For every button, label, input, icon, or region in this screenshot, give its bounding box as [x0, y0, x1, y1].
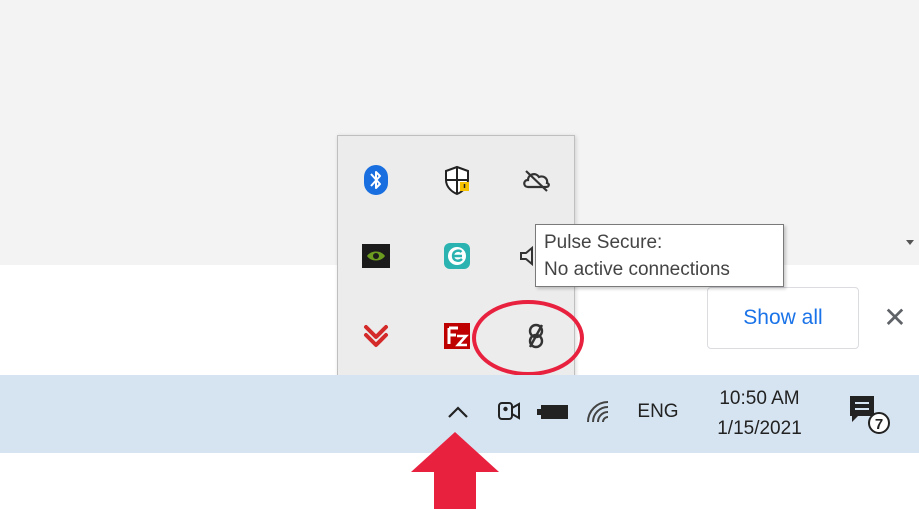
cloud-offline-icon[interactable] — [514, 158, 558, 202]
taskbar-clock[interactable]: 10:50 AM 1/15/2021 — [697, 380, 822, 448]
nvidia-icon[interactable] — [354, 234, 398, 278]
input-language-indicator[interactable]: ENG — [628, 397, 688, 427]
notification-count-badge: 7 — [875, 416, 883, 433]
tooltip-title: Pulse Secure: — [544, 232, 663, 253]
red-arrow-head — [411, 432, 499, 472]
highlight-ring — [472, 300, 584, 376]
show-hidden-icons-chevron-icon[interactable] — [441, 397, 475, 427]
clock-time: 10:50 AM — [719, 388, 800, 409]
pulse-secure-tooltip: Pulse Secure: No active connections — [535, 224, 784, 287]
download-manager-icon[interactable] — [354, 314, 398, 358]
close-icon[interactable]: ✕ — [880, 299, 910, 335]
show-all-button[interactable]: Show all — [707, 287, 859, 349]
tooltip-status: No active connections — [544, 259, 730, 280]
bluetooth-icon[interactable] — [354, 158, 398, 202]
red-arrow-shaft — [434, 471, 476, 509]
windows-security-icon[interactable] — [435, 158, 479, 202]
clock-date: 1/15/2021 — [717, 418, 802, 439]
meet-now-icon[interactable] — [493, 395, 525, 427]
scroll-down-icon[interactable] — [906, 240, 914, 245]
wifi-icon[interactable] — [581, 396, 617, 428]
action-center-icon[interactable]: 7 — [846, 392, 890, 436]
battery-icon[interactable] — [535, 398, 571, 426]
eset-icon[interactable] — [435, 234, 479, 278]
